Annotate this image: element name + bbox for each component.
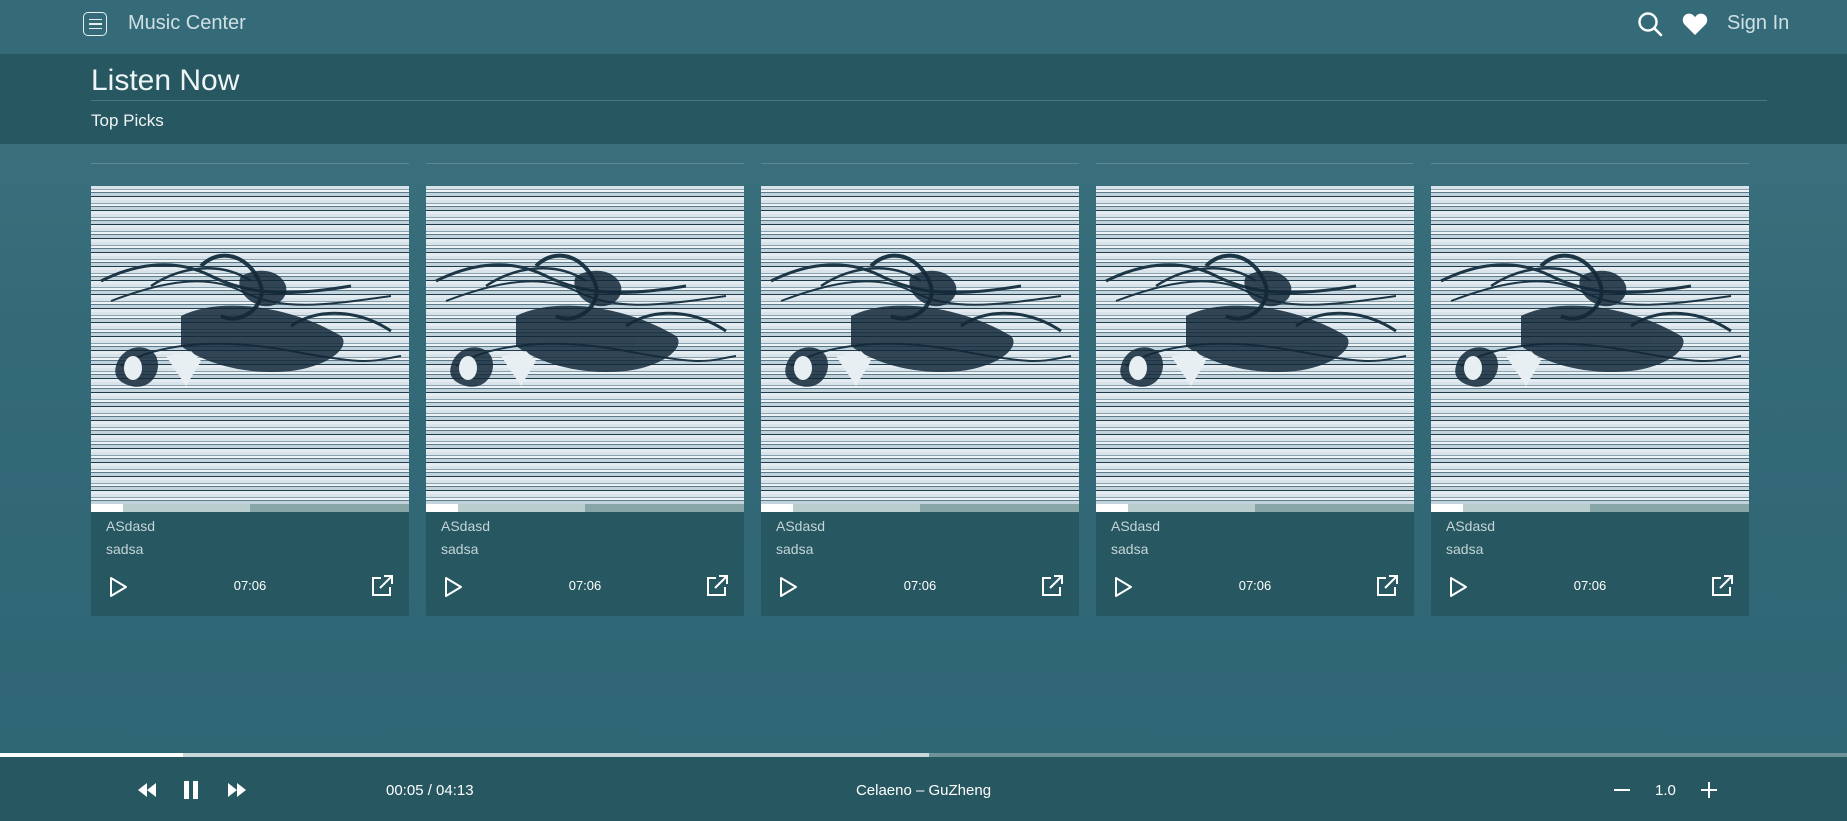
card-title: ASdasd <box>106 518 156 534</box>
sign-in-link[interactable]: Sign In <box>1727 12 1789 35</box>
card-duration: 07:06 <box>233 578 267 593</box>
track-card[interactable]: ASdasd sadsa 07:06 <box>1096 163 1414 616</box>
search-icon[interactable] <box>1637 11 1663 37</box>
card-details: ASdasd sadsa 07:06 <box>426 512 744 616</box>
card-progress-fill <box>426 504 458 512</box>
track-card[interactable]: ASdasd sadsa 07:06 <box>1431 163 1749 616</box>
card-row: ASdasd sadsa 07:06 ASdasd sadsa 07:06 AS… <box>91 163 1749 616</box>
external-link-icon[interactable] <box>370 574 394 598</box>
card-title: ASdasd <box>1446 518 1496 534</box>
app-title[interactable]: Music Center <box>128 12 246 35</box>
album-art[interactable] <box>761 186 1079 504</box>
minus-icon[interactable] <box>1613 781 1631 799</box>
album-art[interactable] <box>91 186 409 504</box>
menu-icon[interactable] <box>83 12 107 36</box>
external-link-icon[interactable] <box>1710 574 1734 598</box>
card-divider <box>1431 163 1749 164</box>
card-progress-fill <box>1096 504 1128 512</box>
track-card[interactable]: ASdasd sadsa 07:06 <box>761 163 1079 616</box>
card-duration: 07:06 <box>1573 578 1607 593</box>
album-art[interactable] <box>1431 186 1749 504</box>
album-art[interactable] <box>1096 186 1414 504</box>
card-progress-bar[interactable] <box>1096 504 1414 512</box>
album-art[interactable] <box>426 186 744 504</box>
card-details: ASdasd sadsa 07:06 <box>761 512 1079 616</box>
page-title: Listen Now <box>91 64 240 97</box>
card-title: ASdasd <box>441 518 491 534</box>
card-subtitle: sadsa <box>1446 541 1484 557</box>
card-details: ASdasd sadsa 07:06 <box>1096 512 1414 616</box>
card-divider <box>1096 163 1414 164</box>
section-title: Top Picks <box>91 111 164 130</box>
playback-speed: 1.0 <box>1655 782 1676 799</box>
player-bar: 00:05 / 04:13 Celaeno – GuZheng 1.0 <box>0 757 1847 821</box>
card-divider <box>426 163 744 164</box>
external-link-icon[interactable] <box>1375 574 1399 598</box>
heart-icon[interactable] <box>1682 12 1708 36</box>
track-card[interactable]: ASdasd sadsa 07:06 <box>91 163 409 616</box>
plus-icon[interactable] <box>1700 781 1718 799</box>
header-divider <box>91 100 1767 101</box>
card-subtitle: sadsa <box>441 541 479 557</box>
card-progress-bar[interactable] <box>91 504 409 512</box>
card-duration: 07:06 <box>1238 578 1272 593</box>
card-divider <box>91 163 409 164</box>
card-progress-fill <box>1431 504 1463 512</box>
card-subtitle: sadsa <box>776 541 814 557</box>
external-link-icon[interactable] <box>705 574 729 598</box>
card-duration: 07:06 <box>903 578 937 593</box>
card-progress-fill <box>761 504 793 512</box>
card-divider <box>761 163 1079 164</box>
top-bar: Music Center Sign In <box>0 0 1847 54</box>
card-details: ASdasd sadsa 07:06 <box>1431 512 1749 616</box>
external-link-icon[interactable] <box>1040 574 1064 598</box>
card-progress-bar[interactable] <box>426 504 744 512</box>
card-progress-bar[interactable] <box>761 504 1079 512</box>
page-header: Listen Now Top Picks <box>0 54 1847 144</box>
track-card[interactable]: ASdasd sadsa 07:06 <box>426 163 744 616</box>
card-title: ASdasd <box>1111 518 1161 534</box>
now-playing-title: Celaeno – GuZheng <box>855 782 992 799</box>
card-progress-bar[interactable] <box>1431 504 1749 512</box>
card-subtitle: sadsa <box>106 541 144 557</box>
card-details: ASdasd sadsa 07:06 <box>91 512 409 616</box>
card-duration: 07:06 <box>568 578 602 593</box>
card-subtitle: sadsa <box>1111 541 1149 557</box>
card-progress-fill <box>91 504 123 512</box>
card-title: ASdasd <box>776 518 826 534</box>
